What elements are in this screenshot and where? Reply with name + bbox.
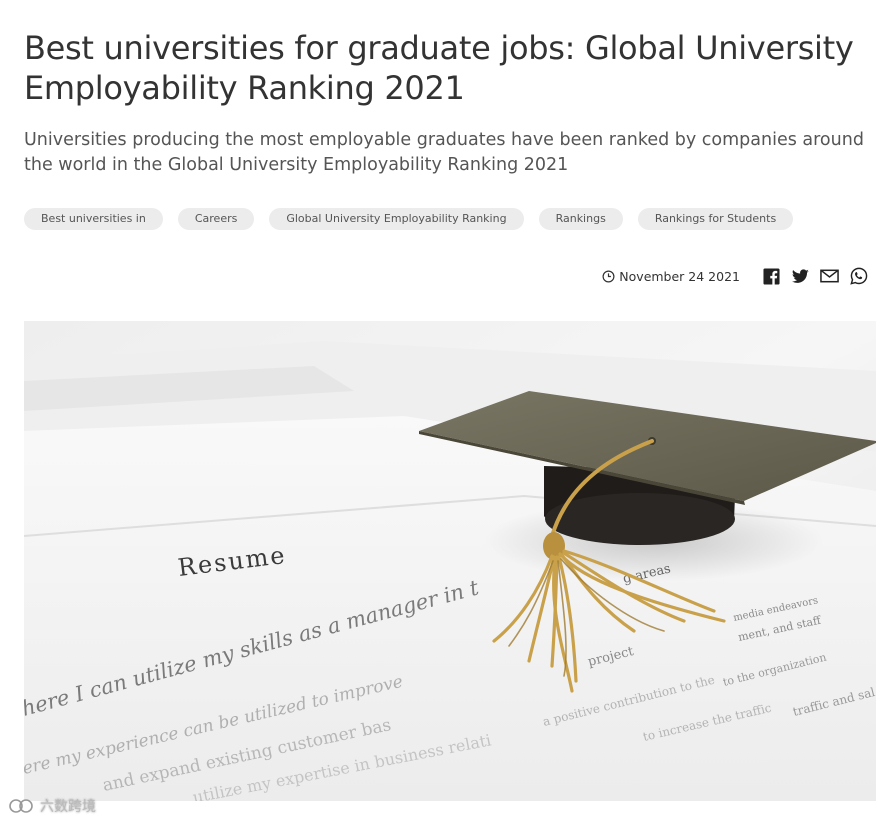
page-subtitle: Universities producing the most employab… <box>24 130 864 175</box>
bottom-margin <box>0 801 890 824</box>
tag-rankings[interactable]: Rankings <box>538 208 623 230</box>
tag-list: Best universities in Careers Global Univ… <box>24 208 794 230</box>
watermark-logo-icon <box>9 799 33 813</box>
whatsapp-icon[interactable] <box>849 267 868 286</box>
twitter-icon[interactable] <box>791 267 810 286</box>
tag-best-universities-in[interactable]: Best universities in <box>24 208 163 230</box>
resume-graduation-cap-image: Resume here I can utilize my skills as a… <box>24 321 876 801</box>
page-title: Best universities for graduate jobs: Glo… <box>24 29 854 107</box>
hero-image: Resume here I can utilize my skills as a… <box>24 321 876 801</box>
publish-date: November 24 2021 <box>602 269 740 284</box>
clock-icon <box>602 270 615 282</box>
facebook-icon[interactable] <box>762 267 781 286</box>
publish-date-text: November 24 2021 <box>619 268 740 284</box>
watermark-text: 六数跨境 <box>40 799 96 815</box>
tag-employability-ranking[interactable]: Global University Employability Ranking <box>269 208 524 230</box>
share-bar <box>762 267 868 286</box>
tag-rankings-for-students[interactable]: Rankings for Students <box>637 208 794 230</box>
article-meta: November 24 2021 <box>602 264 868 288</box>
email-icon[interactable] <box>820 267 839 286</box>
tag-careers[interactable]: Careers <box>177 208 255 230</box>
watermark: 六数跨境 <box>6 796 96 816</box>
